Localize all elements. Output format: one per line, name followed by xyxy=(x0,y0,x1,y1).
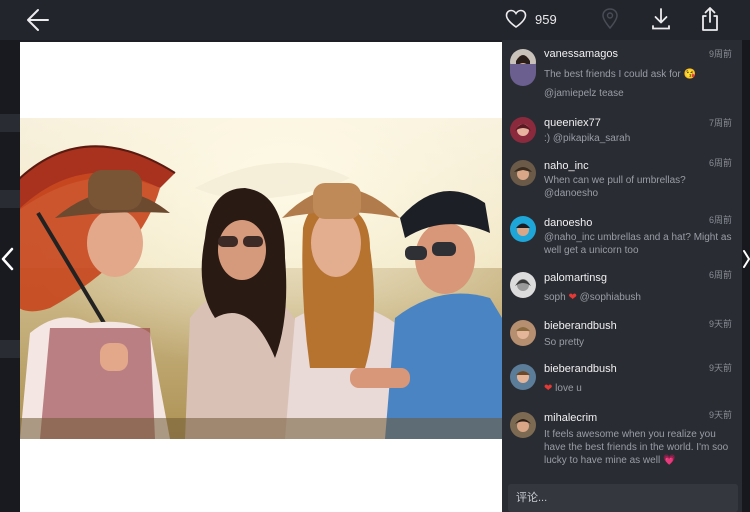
photo-frame xyxy=(20,42,502,512)
location-pin-icon xyxy=(602,8,618,30)
comment-time: 9周前 xyxy=(708,49,732,59)
download-button[interactable] xyxy=(649,6,673,32)
heart-emoji: 💗 xyxy=(662,455,676,466)
comment-input[interactable] xyxy=(508,484,738,512)
chevron-right-icon xyxy=(743,250,750,268)
comment-username[interactable]: vanessamagos xyxy=(544,48,618,60)
comment-time: 9天前 xyxy=(708,363,732,373)
background-right-edge xyxy=(742,40,750,512)
comment-username[interactable]: bieberandbush xyxy=(544,363,617,375)
previous-photo-button[interactable] xyxy=(0,246,16,272)
comment-username[interactable]: palomartinsg xyxy=(544,272,607,284)
heart-icon xyxy=(505,9,527,28)
top-toolbar: 959 xyxy=(0,0,750,40)
comment-text: ❤ love u xyxy=(544,383,582,394)
heart-emoji: ❤ xyxy=(568,292,577,303)
comment-text: It feels awesome when you realize you ha… xyxy=(544,429,729,466)
comment-username[interactable]: naho_inc xyxy=(544,160,589,172)
like-button[interactable]: 959 xyxy=(505,7,557,31)
comment-time: 9天前 xyxy=(708,410,732,420)
like-count: 959 xyxy=(535,11,557,27)
comment-time: 6周前 xyxy=(708,158,732,168)
avatar[interactable] xyxy=(510,412,536,438)
comment-text: So pretty xyxy=(544,337,585,348)
comments-panel: vanessamagos 9周前 The best friends I coul… xyxy=(502,40,742,512)
comment-time: 6周前 xyxy=(708,215,732,225)
comment-username[interactable]: queeniex77 xyxy=(544,117,601,129)
comment-username[interactable]: danoesho xyxy=(544,217,592,229)
main-photo[interactable] xyxy=(20,118,502,439)
avatar[interactable] xyxy=(510,64,536,86)
avatar[interactable] xyxy=(510,160,536,186)
comment-time: 6周前 xyxy=(708,270,732,280)
next-photo-button[interactable] xyxy=(742,246,750,272)
comment-username[interactable]: bieberandbush xyxy=(544,320,617,332)
avatar[interactable] xyxy=(510,117,536,143)
share-button[interactable] xyxy=(699,5,721,33)
comment-time: 7周前 xyxy=(708,118,732,128)
avatar[interactable] xyxy=(510,216,536,242)
comment-text: When can we pull of umbrellas? @danoesho xyxy=(544,175,686,199)
comment-text: The best friends I could ask for 😘 xyxy=(544,69,696,80)
photo-viewer: 959 vanessamagos 9周前 The best friends I … xyxy=(0,0,750,512)
comment-text: @naho_inc umbrellas and a hat? Might as … xyxy=(544,232,732,256)
location-button xyxy=(599,7,621,31)
comment-text: soph ❤ @sophiabush xyxy=(544,292,641,303)
comment-text: @jamiepelz tease xyxy=(544,88,624,99)
comment-text: :) @pikapika_sarah xyxy=(544,133,631,144)
comment-username[interactable]: mihalecrim xyxy=(544,412,597,424)
avatar[interactable] xyxy=(510,364,536,390)
background-left-edge xyxy=(0,40,20,512)
download-icon xyxy=(652,8,670,30)
group-photo-image xyxy=(20,118,502,439)
share-icon xyxy=(702,7,718,31)
back-button[interactable] xyxy=(22,6,52,34)
avatar[interactable] xyxy=(510,272,536,298)
back-arrow-icon xyxy=(27,9,49,31)
avatar[interactable] xyxy=(510,320,536,346)
comment-input-bar xyxy=(508,484,738,512)
chevron-left-icon xyxy=(1,247,14,271)
comment-time: 9天前 xyxy=(708,319,732,329)
